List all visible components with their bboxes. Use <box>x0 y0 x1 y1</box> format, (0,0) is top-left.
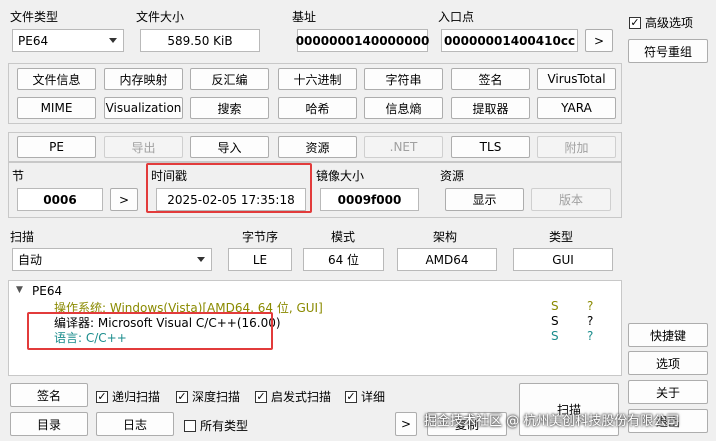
section-count-field[interactable]: 0006 <box>17 188 103 211</box>
timestamp-field[interactable]: 2025-02-05 17:35:18 <box>156 188 306 211</box>
tree-row-signature-flag[interactable]: S <box>551 314 559 328</box>
tools1-button-5[interactable]: 签名 <box>451 68 530 90</box>
resources-label: 资源 <box>440 169 465 183</box>
scan-mode-value: 自动 <box>18 253 43 267</box>
tree-row-signature-flag[interactable]: S <box>551 299 559 313</box>
check-icon: ✓ <box>629 16 641 29</box>
verbose-label: 详细 <box>361 390 386 404</box>
arch-label: 架构 <box>433 230 458 244</box>
tools2-button-3[interactable]: 哈希 <box>278 97 357 119</box>
tools1-button-6[interactable]: VirusTotal <box>537 68 616 90</box>
file-type-select[interactable]: PE64 <box>12 29 124 52</box>
tools1-button-3[interactable]: 十六进制 <box>278 68 357 90</box>
scan-result-tree[interactable]: ▼ PE64 操作系统: Windows(Vista)[AMD64, 64 位,… <box>8 280 622 376</box>
advanced-options-label: 高级选项 <box>645 16 694 30</box>
deep-scan-checkbox[interactable]: ✓ 深度扫描 <box>176 388 240 405</box>
tree-row-text[interactable]: 语言: C/C++ <box>54 329 127 346</box>
tree-row-info-flag[interactable]: ? <box>587 314 593 328</box>
tools2-button-4[interactable]: 信息熵 <box>364 97 443 119</box>
tools2-button-0[interactable]: MIME <box>17 97 96 119</box>
scan-mode-select[interactable]: 自动 <box>12 248 212 271</box>
entry-point-field[interactable]: 00000001400410cc <box>441 29 578 52</box>
tree-row-info-flag[interactable]: ? <box>587 299 593 313</box>
watermark: 掘金技术社区 @ 杭州美创科技股份有限公司 <box>424 414 680 429</box>
options-button[interactable]: 选项 <box>628 351 708 375</box>
arch-field: AMD64 <box>397 248 497 271</box>
section-more-button[interactable]: > <box>110 188 138 211</box>
tools1-button-2[interactable]: 反汇编 <box>190 68 269 90</box>
checkbox-empty-icon <box>184 419 196 432</box>
scan-mode-label: 扫描 <box>10 230 35 244</box>
file-size-label: 文件大小 <box>136 10 185 24</box>
section-label: 节 <box>12 169 25 183</box>
image-size-label: 镜像大小 <box>316 169 365 183</box>
type-label: 类型 <box>549 230 574 244</box>
pe-row-button-3[interactable]: 资源 <box>278 136 357 158</box>
file-type-label: 文件类型 <box>10 10 59 24</box>
file-size-field: 589.50 KiB <box>140 29 260 52</box>
shortcuts-button[interactable]: 快捷键 <box>628 323 708 347</box>
tools2-button-1[interactable]: Visualization <box>104 97 183 119</box>
tree-row-info-flag[interactable]: ? <box>587 329 593 343</box>
verbose-checkbox[interactable]: ✓ 详细 <box>345 388 385 405</box>
all-types-label: 所有类型 <box>200 419 249 433</box>
heuristic-scan-label: 启发式扫描 <box>271 390 332 404</box>
advanced-options-checkbox[interactable]: ✓ 高级选项 <box>629 14 693 31</box>
collapse-icon[interactable]: ▼ <box>16 285 23 295</box>
tools1-button-0[interactable]: 文件信息 <box>17 68 96 90</box>
chevron-down-icon <box>109 37 117 43</box>
tree-root-label: PE64 <box>32 284 63 298</box>
all-types-checkbox[interactable]: 所有类型 <box>184 417 248 434</box>
check-icon: ✓ <box>96 390 108 403</box>
recursive-scan-label: 递归扫描 <box>112 390 161 404</box>
pe-row-button-5[interactable]: TLS <box>451 136 530 158</box>
chevron-down-icon <box>197 256 205 262</box>
entry-point-more-button[interactable]: > <box>585 29 613 52</box>
resources-version-button[interactable]: 版本 <box>531 188 611 211</box>
pe-row-button-1[interactable]: 导出 <box>104 136 183 158</box>
check-icon: ✓ <box>345 390 357 403</box>
check-icon: ✓ <box>176 390 188 403</box>
directory-button[interactable]: 目录 <box>10 412 88 436</box>
type-field: GUI <box>513 248 613 271</box>
timestamp-label: 时间戳 <box>151 169 188 183</box>
recursive-scan-checkbox[interactable]: ✓ 递归扫描 <box>96 388 160 405</box>
deep-scan-label: 深度扫描 <box>192 390 241 404</box>
pe-row-button-0[interactable]: PE <box>17 136 96 158</box>
tools1-button-1[interactable]: 内存映射 <box>104 68 183 90</box>
tools2-button-6[interactable]: YARA <box>537 97 616 119</box>
resources-show-button[interactable]: 显示 <box>445 188 524 211</box>
tools2-button-2[interactable]: 搜索 <box>190 97 269 119</box>
file-type-value: PE64 <box>18 33 49 48</box>
base-address-label: 基址 <box>292 10 317 24</box>
log-button[interactable]: 日志 <box>96 412 174 436</box>
mode-field: 64 位 <box>303 248 384 271</box>
tools2-button-5[interactable]: 提取器 <box>451 97 530 119</box>
endian-field: LE <box>228 248 292 271</box>
pe-row-button-6[interactable]: 附加 <box>537 136 616 158</box>
more-options-button[interactable]: > <box>395 412 417 436</box>
endian-label: 字节序 <box>242 230 279 244</box>
heuristic-scan-checkbox[interactable]: ✓ 启发式扫描 <box>255 388 331 405</box>
image-size-field[interactable]: 0009f000 <box>320 188 419 211</box>
entry-point-label: 入口点 <box>438 10 475 24</box>
check-icon: ✓ <box>255 390 267 403</box>
pe-row-button-4[interactable]: .NET <box>364 136 443 158</box>
mode-label: 模式 <box>331 230 356 244</box>
tools1-button-4[interactable]: 字符串 <box>364 68 443 90</box>
base-address-field[interactable]: 0000000140000000 <box>296 29 429 52</box>
pe-row-button-2[interactable]: 导入 <box>190 136 269 158</box>
signatures-button[interactable]: 签名 <box>10 383 88 407</box>
about-button[interactable]: 关于 <box>628 380 708 404</box>
symbol-rebuild-button[interactable]: 符号重组 <box>628 39 708 63</box>
tree-row-signature-flag[interactable]: S <box>551 329 559 343</box>
